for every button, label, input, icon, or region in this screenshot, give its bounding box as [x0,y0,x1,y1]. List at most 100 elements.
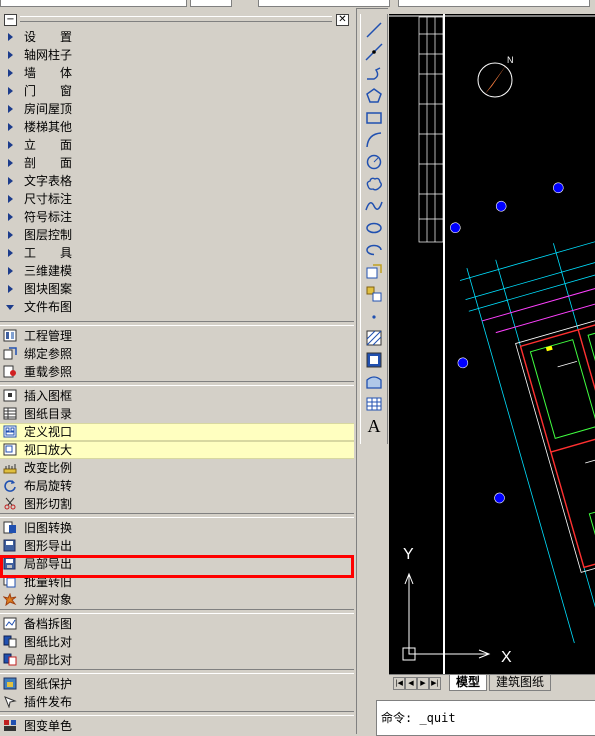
palette-minimize-button[interactable]: − [4,14,17,26]
separator [0,609,354,614]
next-tab-button[interactable]: ▶ [417,677,429,690]
spline-icon[interactable] [364,196,384,216]
command-label: 图纸比对 [24,635,73,649]
drawing-index-icon [3,407,17,420]
style-dropdown[interactable] [258,0,390,7]
ucs-icon [402,572,491,661]
category-axis-columns[interactable]: 轴网柱子 [0,46,354,64]
expand-arrow-icon [8,159,13,167]
insert-block-icon[interactable] [364,262,384,282]
category-file-layout[interactable]: 文件布图 [0,298,354,316]
cmd-graphic-cut[interactable]: 图形切割 [0,495,354,513]
category-doors-windows[interactable]: 门 窗 [0,82,354,100]
drawing-canvas[interactable]: N Y X [389,14,595,674]
command-label: 插入图框 [24,389,73,403]
circle-icon[interactable] [364,152,384,172]
command-label: 定义视口 [24,425,73,439]
cmd-explode-object[interactable]: 分解对象 [0,591,354,609]
drawing-protect-icon [3,677,17,690]
category-walls[interactable]: 墙 体 [0,64,354,82]
tab-model[interactable]: 模型 [449,675,488,691]
category-stairs-other[interactable]: 楼梯其他 [0,118,354,136]
command-label: 旧图转换 [24,521,73,535]
category-label: 立 面 [24,138,73,152]
toolbar-buttons[interactable] [190,0,232,7]
table-icon[interactable] [364,394,384,414]
last-tab-button[interactable]: ▶| [429,677,441,690]
ucs-y-label: Y [403,546,414,563]
category-text-tables[interactable]: 文字表格 [0,172,354,190]
command-line-window[interactable]: 命令: _quit [376,700,595,736]
palette-grip[interactable] [20,16,332,22]
cmd-define-viewport[interactable]: 定义视口 [0,423,354,441]
palette-close-button[interactable]: ✕ [336,14,349,26]
category-rooms-roofs[interactable]: 房间屋顶 [0,100,354,118]
rectangle-icon[interactable] [364,108,384,128]
cmd-insert-frame[interactable]: 插入图框 [0,387,354,405]
make-block-icon[interactable] [364,284,384,304]
category-settings[interactable]: 设 置 [0,28,354,46]
construction-line-icon[interactable] [364,42,384,62]
category-label: 剖 面 [24,156,73,170]
cmd-bind-xref[interactable]: 绑定参照 [0,345,354,363]
layer-dropdown[interactable] [0,0,187,7]
cmd-drawing-index[interactable]: 图纸目录 [0,405,354,423]
ellipse-arc-icon[interactable] [364,240,384,260]
category-layer-control[interactable]: 图层控制 [0,226,354,244]
category-tools[interactable]: 工 具 [0,244,354,262]
old-drawing-convert-icon [3,521,16,534]
property-dropdown[interactable] [398,0,590,7]
cmd-viewport-zoom[interactable]: 视口放大 [0,441,354,459]
category-list: 设 置 轴网柱子 墙 体 门 窗 房间屋顶 楼梯其他 立 面 剖 面 文字表格 … [0,28,354,316]
cmd-drawing-compare[interactable]: 图纸比对 [0,633,354,651]
cmd-archive-split[interactable]: 备档拆图 [0,615,354,633]
tab-layout[interactable]: 建筑图纸 [489,675,552,691]
cmd-drawing-protect[interactable]: 图纸保护 [0,675,354,693]
cmd-graphic-export[interactable]: 图形导出 [0,537,354,555]
category-3d-modeling[interactable]: 三维建模 [0,262,354,280]
category-label: 图块图案 [24,282,73,296]
category-section[interactable]: 剖 面 [0,154,354,172]
polyline-icon[interactable] [364,64,384,84]
cmd-change-scale[interactable]: 改变比例 [0,459,354,477]
category-label: 墙 体 [24,66,73,80]
category-blocks-patterns[interactable]: 图块图案 [0,280,354,298]
expand-arrow-icon [8,105,13,113]
gradient-icon[interactable] [364,350,384,370]
expand-arrow-icon [8,249,13,257]
cmd-project-manager[interactable]: 工程管理 [0,327,354,345]
expand-arrow-icon [8,213,13,221]
command-label: 图形导出 [24,539,73,553]
command-label: 图变单色 [24,719,73,733]
ellipse-icon[interactable] [364,218,384,238]
point-icon[interactable] [364,306,384,326]
cmd-partial-compare[interactable]: 局部比对 [0,651,354,669]
cmd-monochrome[interactable]: 图变单色 [0,717,354,734]
category-elevation[interactable]: 立 面 [0,136,354,154]
cmd-old-drawing-convert[interactable]: 旧图转换 [0,519,354,537]
category-label: 房间屋顶 [24,102,73,116]
drawing-compare-icon [3,635,17,648]
category-symbols[interactable]: 符号标注 [0,208,354,226]
cmd-layout-rotate[interactable]: 布局旋转 [0,477,354,495]
line-icon[interactable] [364,20,384,40]
palette-title-bar: − ✕ [0,12,354,28]
arc-icon[interactable] [364,130,384,150]
multiline-text-icon[interactable]: A [364,416,384,436]
cmd-reload-xref[interactable]: 重载参照 [0,363,354,381]
explode-object-icon [3,593,17,606]
category-dimensions[interactable]: 尺寸标注 [0,190,354,208]
command-label: 改变比例 [24,461,73,475]
first-tab-button[interactable]: |◀ [393,677,405,690]
cmd-plugin-publish[interactable]: 插件发布 [0,693,354,711]
category-label: 符号标注 [24,210,73,224]
category-label: 三维建模 [24,264,73,278]
category-label: 图层控制 [24,228,73,242]
region-icon[interactable] [364,372,384,392]
polygon-icon[interactable] [364,86,384,106]
hatch-icon[interactable] [364,328,384,348]
revision-cloud-icon[interactable] [364,174,384,194]
prev-tab-button[interactable]: ◀ [405,677,417,690]
layout-rotate-icon [4,480,16,492]
command-label: 分解对象 [24,593,73,607]
